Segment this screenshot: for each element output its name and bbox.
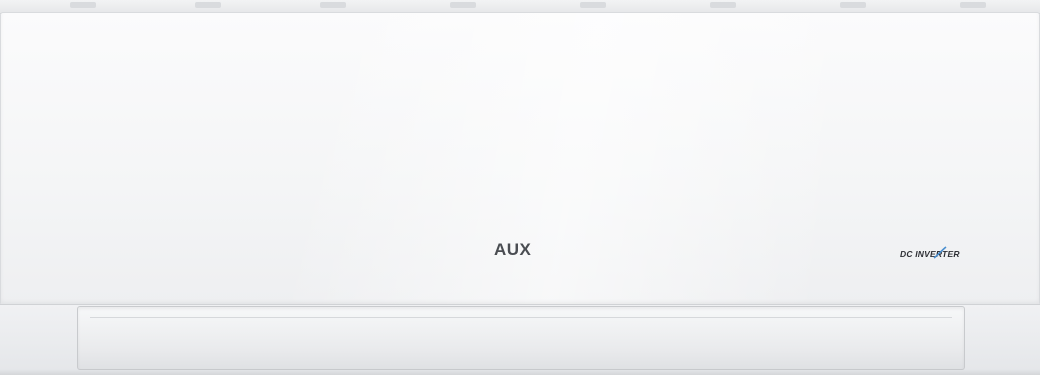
rim-tab: [710, 2, 736, 8]
rim-tab: [840, 2, 866, 8]
rim-tab: [320, 2, 346, 8]
bottom-shadow: [0, 369, 1040, 375]
dc-inverter-logo: DC INVERTER: [900, 246, 960, 259]
front-panel: [0, 12, 1040, 306]
rim-tab: [450, 2, 476, 8]
air-louver: [77, 306, 965, 370]
rim-tab: [580, 2, 606, 8]
louver-edge: [90, 317, 952, 318]
brand-logo: AUX: [494, 240, 532, 259]
air-conditioner-unit: AUX DC INVERTER: [0, 0, 1040, 375]
swoosh-icon: [933, 246, 947, 259]
inverter-logo-text: DC INVERTER: [900, 249, 960, 259]
rim-tab: [195, 2, 221, 8]
rim-tab: [70, 2, 96, 8]
rim-tab: [960, 2, 986, 8]
